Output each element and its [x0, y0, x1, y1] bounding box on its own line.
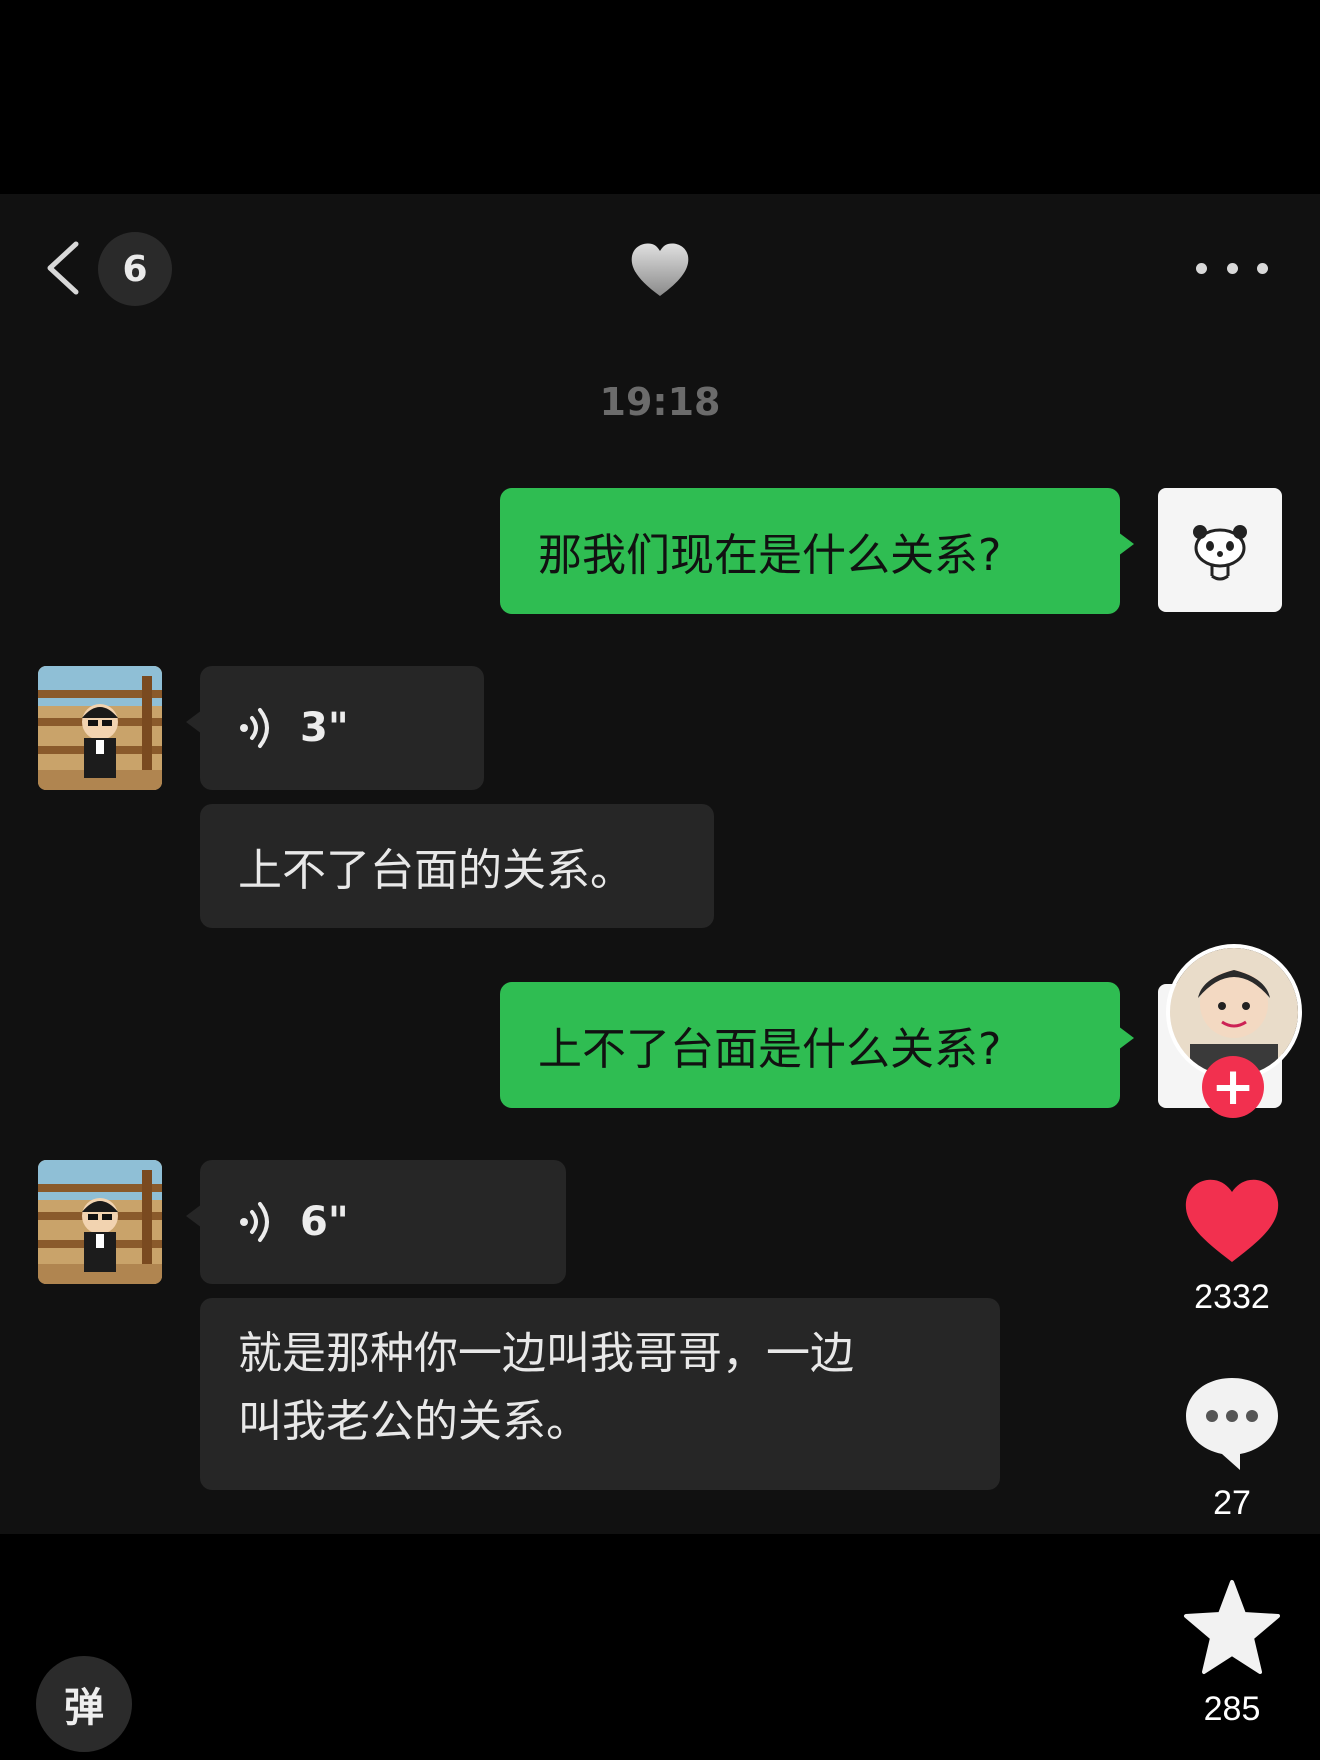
ellipsis-dot — [1257, 262, 1268, 274]
incoming-message-bubble[interactable]: 上不了台面的关系。 — [200, 804, 714, 928]
self-avatar[interactable] — [1158, 488, 1282, 612]
more-options-button[interactable] — [1196, 248, 1268, 288]
follow-button[interactable]: + — [1202, 1056, 1264, 1118]
comment-count: 27 — [1213, 1484, 1251, 1522]
chevron-left-icon[interactable] — [44, 240, 84, 296]
ellipsis-icon — [1196, 262, 1207, 274]
like-heart-icon[interactable] — [1180, 1168, 1284, 1272]
message-text: 上不了台面是什么关系? — [538, 1024, 1002, 1075]
voice-wave-icon — [240, 708, 269, 748]
cartoon-avatar-image — [38, 1160, 162, 1284]
contact-avatar[interactable] — [38, 666, 162, 790]
cartoon-avatar-image — [38, 666, 162, 790]
unread-count-badge[interactable]: 6 — [98, 232, 172, 306]
panda-sticker-icon — [1193, 525, 1247, 581]
incoming-message-bubble[interactable]: 就是那种你一边叫我哥哥，一边 叫我老公的关系。 — [200, 1298, 1000, 1490]
message-text-line: 叫我老公的关系。 — [238, 1396, 590, 1447]
outgoing-message-bubble[interactable]: 那我们现在是什么关系? — [500, 488, 1134, 614]
message-text: 上不了台面的关系。 — [238, 845, 634, 896]
comment-bubble-icon[interactable] — [1180, 1370, 1284, 1474]
contact-avatar[interactable] — [38, 1160, 162, 1284]
message-text-line: 就是那种你一边叫我哥哥，一边 — [238, 1328, 854, 1379]
voice-wave-icon — [240, 1202, 269, 1242]
message-text: 那我们现在是什么关系? — [538, 530, 1002, 581]
grey-heart-icon — [631, 243, 689, 296]
favorite-count: 285 — [1203, 1690, 1261, 1728]
voice-message-bubble[interactable]: 6" — [186, 1160, 566, 1284]
message-timestamp: 19:18 — [599, 380, 721, 424]
voice-duration: 6" — [300, 1199, 349, 1245]
voice-message-bubble[interactable]: 3" — [186, 666, 484, 790]
voice-duration: 3" — [300, 705, 349, 751]
danmu-toggle-button[interactable]: 弹 — [36, 1656, 132, 1752]
ellipsis-dot — [1226, 262, 1238, 274]
like-count: 2332 — [1194, 1278, 1270, 1316]
danmu-label: 弹 — [64, 1685, 104, 1731]
outgoing-message-bubble[interactable]: 上不了台面是什么关系? — [500, 982, 1134, 1108]
favorite-star-icon[interactable] — [1180, 1576, 1284, 1680]
